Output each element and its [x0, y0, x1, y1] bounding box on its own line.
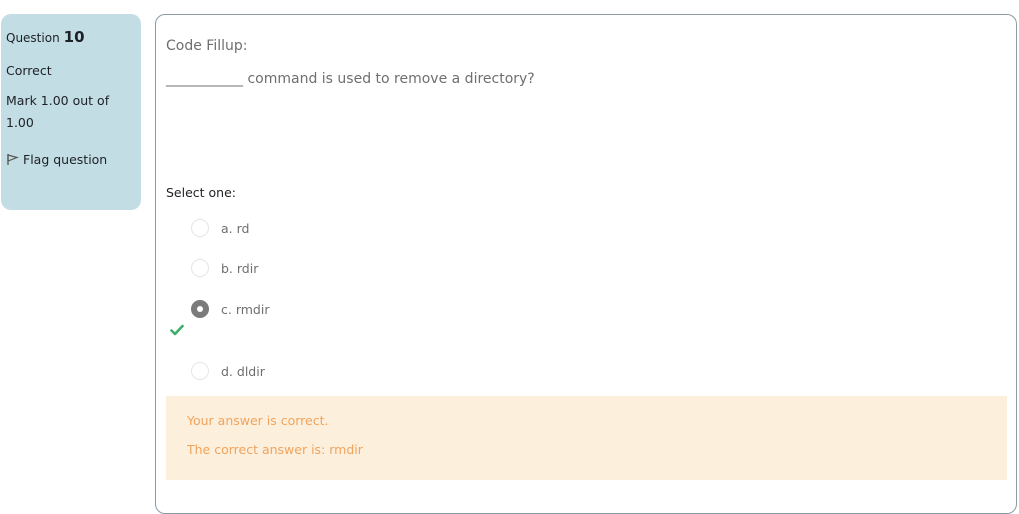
option-a-radio[interactable] — [191, 219, 209, 237]
flag-question-button[interactable]: Flag question — [6, 152, 136, 167]
option-c-radio[interactable] — [191, 300, 209, 318]
question-number-value: 10 — [63, 28, 85, 46]
option-b-radio[interactable] — [191, 259, 209, 277]
check-icon — [170, 324, 184, 336]
flag-question-label: Flag question — [23, 152, 108, 167]
question-title: Code Fillup: — [166, 38, 248, 54]
option-c-label: c. rmdir — [221, 301, 270, 317]
correct-answer-text: The correct answer is: rmdir — [187, 442, 363, 457]
option-c[interactable]: c. rmdir — [191, 299, 269, 319]
question-label: Question — [6, 31, 60, 45]
select-one-prompt: Select one: — [166, 185, 237, 200]
feedback-box: Your answer is correct. The correct answ… — [166, 396, 1007, 480]
question-number: Question 10 — [6, 28, 136, 50]
option-d-radio[interactable] — [191, 362, 209, 380]
option-b-label: b. rdir — [221, 260, 259, 276]
option-a[interactable]: a. rd — [191, 218, 249, 238]
question-info-panel: Question 10 Correct Mark 1.00 out of 1.0… — [1, 14, 141, 210]
feedback-result: Your answer is correct. — [187, 413, 329, 428]
question-content: Code Fillup: ___________ command is used… — [155, 14, 1017, 514]
question-state: Correct — [6, 63, 52, 78]
option-d-label: d. dldir — [221, 363, 265, 379]
option-b[interactable]: b. rdir — [191, 258, 258, 278]
question-grade: Mark 1.00 out of 1.00 — [6, 93, 110, 130]
option-a-label: a. rd — [221, 220, 250, 236]
flag-icon — [7, 154, 19, 165]
option-d[interactable]: d. dldir — [191, 361, 265, 381]
question-text: ___________ command is used to remove a … — [166, 71, 535, 87]
